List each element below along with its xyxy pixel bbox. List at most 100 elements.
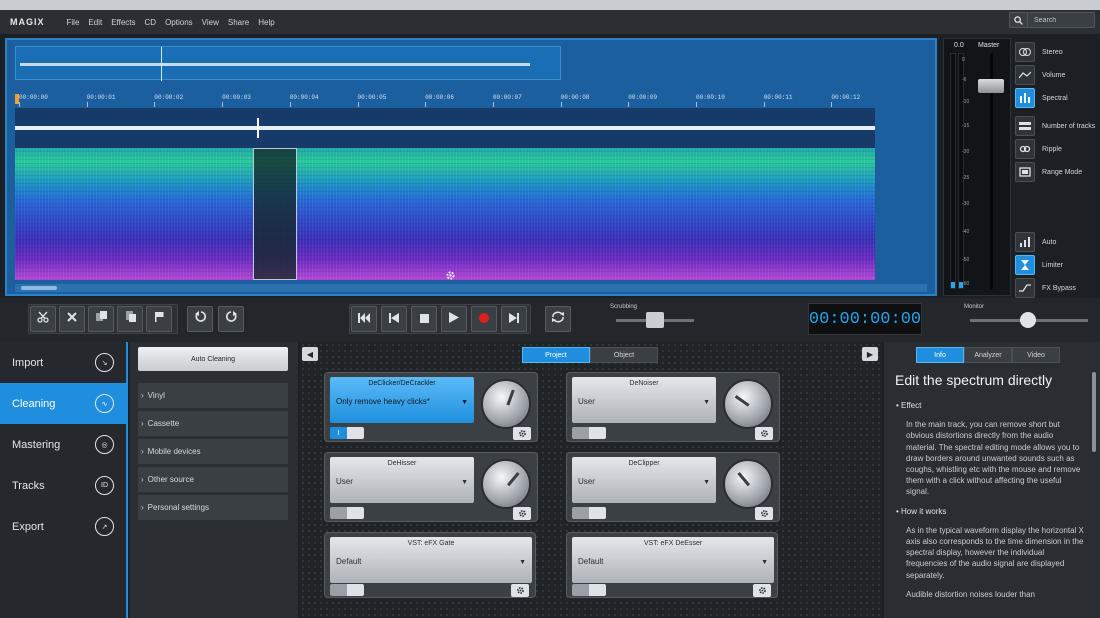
delete-button[interactable] [59, 306, 85, 332]
tool-limiter[interactable]: Limiter [1015, 255, 1063, 275]
spectral-selection[interactable] [253, 148, 297, 280]
tool-volume[interactable]: Volume [1015, 65, 1065, 85]
spectral-icon[interactable] [1015, 88, 1035, 108]
nav-cleaning[interactable]: Cleaning ∿ [0, 383, 126, 424]
nav-import[interactable]: Import ↘ [0, 342, 126, 383]
tool-ripple[interactable]: Ripple [1015, 139, 1062, 159]
nav-tracks[interactable]: Tracks ID [0, 465, 126, 506]
fx-preset-select[interactable]: DeNoiser User ▼ [572, 377, 716, 423]
fx-preset-select[interactable]: DeClipper User ▼ [572, 457, 716, 503]
info-scrollbar[interactable] [1092, 372, 1096, 452]
fx-settings-button[interactable] [755, 427, 773, 440]
menu-options[interactable]: Options [165, 18, 193, 27]
overview-waveform[interactable] [15, 46, 561, 81]
auto-icon[interactable] [1015, 232, 1035, 252]
menu-file[interactable]: File [67, 18, 80, 27]
fx-power-toggle[interactable]: ○ [572, 427, 606, 439]
next-button[interactable] [501, 306, 527, 332]
spectral-display[interactable] [15, 148, 875, 280]
fx-knob[interactable] [481, 379, 531, 429]
fx-settings-button[interactable] [513, 427, 531, 440]
chevron-right-icon: › [141, 391, 144, 400]
copy-button[interactable] [88, 306, 114, 332]
gear-icon [518, 425, 527, 443]
fx-preset-select[interactable]: VST: eFX Gate Default ▼ [330, 537, 532, 583]
tab-object[interactable]: Object [590, 347, 658, 363]
auto-cleaning-button[interactable]: Auto Cleaning [138, 347, 288, 371]
go-to-start-button[interactable] [351, 306, 377, 332]
record-button[interactable] [471, 306, 497, 332]
scrubbing-slider-knob[interactable] [646, 312, 664, 328]
flag-icon [153, 310, 165, 328]
horizontal-scrollbar[interactable] [15, 284, 927, 292]
fx-knob[interactable] [723, 459, 773, 509]
tracks-icon[interactable] [1015, 116, 1035, 136]
tool-stereo[interactable]: Stereo [1015, 42, 1063, 62]
redo-button[interactable] [218, 306, 244, 332]
scissors-button[interactable] [30, 306, 56, 332]
gear-icon[interactable] [445, 268, 456, 280]
search-input[interactable] [1034, 16, 1094, 24]
preset-other-source[interactable]: › Other source [138, 467, 288, 493]
play-button[interactable] [441, 306, 467, 332]
fx-power-toggle[interactable]: ○ [572, 507, 606, 519]
preset-mobile-devices[interactable]: › Mobile devices [138, 439, 288, 465]
ripple-icon[interactable] [1015, 139, 1035, 159]
search-icon[interactable] [1010, 13, 1028, 27]
tool-number-of-tracks[interactable]: Number of tracks [1015, 116, 1095, 136]
rack-next-button[interactable]: ▶ [862, 347, 878, 361]
paste-button[interactable] [117, 306, 143, 332]
menu-share[interactable]: Share [228, 18, 249, 27]
tool-auto[interactable]: Auto [1015, 232, 1056, 252]
tool-fx-bypass[interactable]: FX Bypass [1015, 278, 1076, 298]
menu-effects[interactable]: Effects [111, 18, 135, 27]
preset-cassette[interactable]: › Cassette [138, 411, 288, 437]
loop-button[interactable] [545, 306, 571, 332]
monitor-slider-knob[interactable] [1020, 312, 1036, 328]
menu-view[interactable]: View [202, 18, 219, 27]
audio-track[interactable] [15, 108, 875, 280]
fx-power-toggle[interactable]: I [330, 427, 364, 439]
fx-preset-select[interactable]: DeHisser User ▼ [330, 457, 474, 503]
fx-power-toggle[interactable]: ○ [330, 584, 364, 596]
tab-project[interactable]: Project [522, 347, 590, 363]
overview-cursor[interactable] [161, 47, 162, 81]
tool-range-mode[interactable]: Range Mode [1015, 162, 1082, 182]
fx-settings-button[interactable] [511, 584, 529, 597]
limiter-icon[interactable] [1015, 255, 1035, 275]
nav-export[interactable]: Export ↗ [0, 506, 126, 547]
rack-prev-button[interactable]: ◀ [302, 347, 318, 361]
master-fader-knob[interactable] [978, 79, 1004, 93]
fx-power-toggle[interactable]: ○ [330, 507, 364, 519]
range-icon[interactable] [1015, 162, 1035, 182]
previous-button[interactable] [381, 306, 407, 332]
fx-settings-button[interactable] [513, 507, 531, 520]
fx-settings-button[interactable] [755, 507, 773, 520]
arranger-area[interactable]: 00:00:00 00:00:01 00:00:02 00:00:03 00:00:04… [5, 38, 937, 296]
menu-cd[interactable]: CD [145, 18, 157, 27]
marker-button[interactable] [146, 306, 172, 332]
nav-mastering[interactable]: Mastering ◎ [0, 424, 126, 465]
preset-personal-settings[interactable]: › Personal settings [138, 495, 288, 521]
tab-analyzer[interactable]: Analyzer [964, 347, 1012, 363]
nav-import-label: Import [12, 356, 44, 369]
fx-knob[interactable] [481, 459, 531, 509]
undo-button[interactable] [187, 306, 213, 332]
menu-edit[interactable]: Edit [88, 18, 102, 27]
bypass-icon[interactable] [1015, 278, 1035, 298]
volume-curve-icon[interactable] [1015, 65, 1035, 85]
fx-power-toggle[interactable]: ○ [572, 584, 606, 596]
tab-info[interactable]: Info [916, 347, 964, 363]
fx-settings-button[interactable] [753, 584, 771, 597]
preset-vinyl[interactable]: › Vinyl [138, 383, 288, 409]
fx-preset-select[interactable]: VST: eFX DeEsser Default ▼ [572, 537, 774, 583]
tool-spectral[interactable]: Spectral [1015, 88, 1068, 108]
timeline-ruler[interactable]: 00:00:00 00:00:01 00:00:02 00:00:03 00:00:04… [15, 94, 927, 108]
fx-knob[interactable] [723, 379, 773, 429]
fx-preset-select[interactable]: DeClicker/DeCrackler Only remove heavy c… [330, 377, 474, 423]
menu-help[interactable]: Help [258, 18, 274, 27]
stop-button[interactable] [411, 306, 437, 332]
search-box[interactable] [1009, 12, 1095, 28]
tab-video[interactable]: Video [1012, 347, 1060, 363]
stereo-icon[interactable] [1015, 42, 1035, 62]
